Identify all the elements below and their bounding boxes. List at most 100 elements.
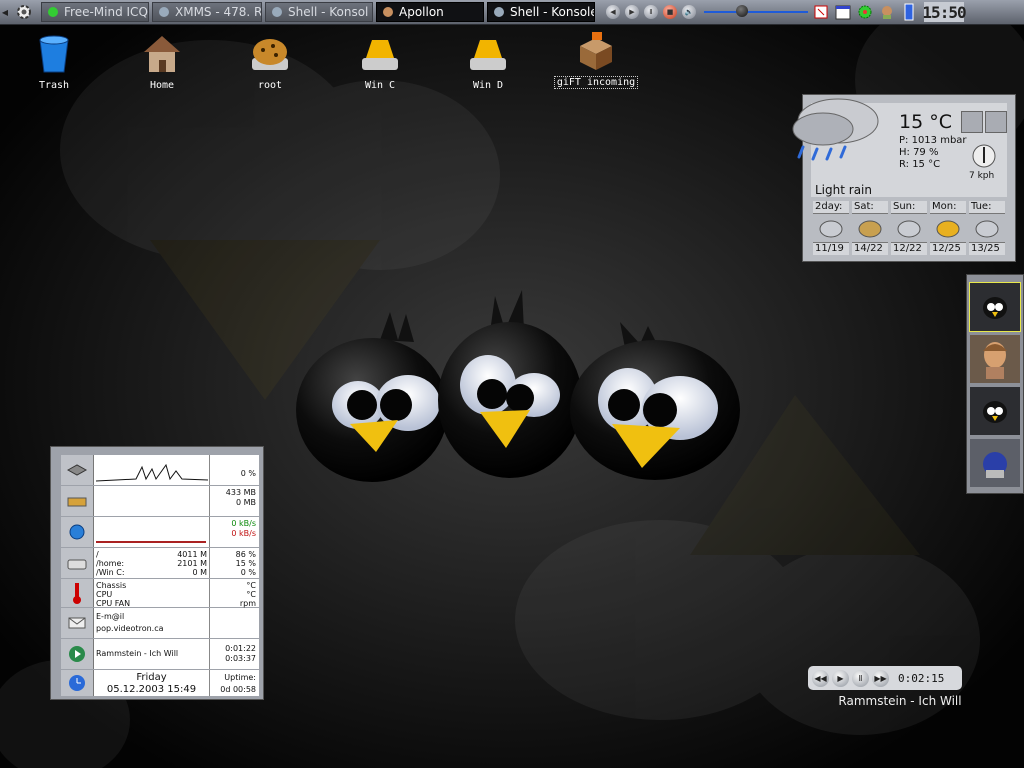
forward-button[interactable]: ▶▶ <box>872 669 889 687</box>
media-next-icon[interactable]: ▶ <box>625 5 639 19</box>
desktop-icon-home[interactable]: Home <box>122 32 202 91</box>
disk-size: 4011 M <box>177 550 207 559</box>
weather-wind: 7 kph <box>969 171 995 181</box>
forecast-day-label: Sun: <box>891 201 927 214</box>
cpu-row: 0 % <box>61 455 259 485</box>
desktop-icon-gift-incoming[interactable]: giFT incoming <box>553 28 639 89</box>
desktop-icon-win-c[interactable]: Win C <box>340 32 420 91</box>
taskbar-task-label: Shell - Konsole <box>510 5 595 19</box>
avatar-apollon[interactable] <box>970 335 1020 383</box>
net-in: 0 kB/s <box>231 519 256 528</box>
desktop-icon-label: giFT incoming <box>553 76 639 89</box>
media-prev-icon[interactable]: ◀ <box>606 5 620 19</box>
panel-hide-arrow-icon[interactable]: ◀ <box>0 0 10 24</box>
clock[interactable]: 15:50 <box>922 2 967 22</box>
media-stop-icon[interactable]: ■ <box>663 5 677 19</box>
avatar-penguin-1[interactable] <box>969 282 1021 332</box>
memory-icon <box>61 486 94 516</box>
forecast-temps: 13/25 <box>969 242 1005 255</box>
kde-gear-icon[interactable] <box>10 1 38 23</box>
memory-row: 433 MB 0 MB <box>61 486 259 516</box>
media-row[interactable]: Rammstein - Ich Will 0:01:22 0:03:37 <box>61 639 259 669</box>
sensors-row: Chassis CPU CPU FAN °C °C rpm <box>61 579 259 608</box>
forecast-day: Sat: 14/22 <box>852 201 888 257</box>
desktop-icon-label: Win D <box>472 80 504 91</box>
calendar-icon[interactable] <box>834 3 852 21</box>
cloud-icon <box>969 214 1005 242</box>
icq-flower-icon[interactable] <box>856 3 874 21</box>
disk-size: 0 M <box>192 568 207 577</box>
disk-name: / <box>96 550 99 559</box>
taskbar-task[interactable]: Free-Mind ICQ <box>41 2 149 22</box>
memory-used: 433 MB <box>225 488 256 497</box>
sensor-label: Chassis <box>96 581 127 590</box>
desktop-icon-label: root <box>257 80 283 91</box>
email-row[interactable]: E-m@il pop.videotron.ca <box>61 608 259 638</box>
volume-slider[interactable] <box>704 5 808 17</box>
star-icon <box>270 5 284 19</box>
play-button[interactable]: ▶ <box>832 669 849 687</box>
sensor-unit: rpm <box>239 599 256 608</box>
sensor-unit: °C <box>246 590 256 599</box>
sun-cloud-icon <box>852 214 888 242</box>
day: Friday <box>136 672 167 683</box>
memory-graph <box>94 486 210 516</box>
rewind-button[interactable]: ◀◀ <box>812 669 829 687</box>
forecast-temps: 12/25 <box>930 242 966 255</box>
weather-config-button[interactable] <box>961 111 983 133</box>
track-total: 0:03:37 <box>225 654 256 663</box>
avatar-penguin-2[interactable] <box>970 387 1020 435</box>
player-song-title: Rammstein - Ich Will <box>838 694 962 708</box>
apollon-tray-icon[interactable] <box>878 3 896 21</box>
taskbar-task[interactable]: Apollon <box>376 2 484 22</box>
cpu-chip-icon <box>61 455 94 485</box>
play-icon <box>61 639 94 669</box>
notes-icon[interactable] <box>812 3 830 21</box>
desktop-icon-trash[interactable]: Trash <box>14 32 94 91</box>
datetime-row: Friday 05.12.2003 15:49 Uptime: 0d 00:58 <box>61 670 259 696</box>
headphones-icon <box>157 5 171 19</box>
cloud-icon <box>813 214 849 242</box>
weather-report-button[interactable] <box>985 111 1007 133</box>
sysmon-track: Rammstein - Ich Will <box>94 639 210 669</box>
forecast-day: Mon: 12/25 <box>930 201 966 257</box>
forecast-day-label: 2day: <box>813 201 849 214</box>
disk-row: / 4011 M /home: 2101 M /Win C: 0 M 86 % 15 %… <box>61 548 259 578</box>
forecast-temps: 12/22 <box>891 242 927 255</box>
pause-button[interactable]: Ⅱ <box>852 669 869 687</box>
forecast-day-label: Sat: <box>852 201 888 214</box>
taskbar-task[interactable]: Shell - Konsol <box>265 2 373 22</box>
email-label: E-m@il <box>96 612 125 621</box>
forecast-temps: 14/22 <box>852 242 888 255</box>
cpu-graph <box>94 455 210 485</box>
taskbar-task-label: XMMS - 478. R <box>175 5 262 19</box>
package-icon <box>580 32 612 70</box>
sensor-unit: °C <box>246 581 256 590</box>
volume-knob[interactable] <box>736 5 749 17</box>
net-out: 0 kB/s <box>231 529 256 538</box>
sensor-label: CPU FAN <box>96 599 131 608</box>
datetime: 05.12.2003 15:49 <box>106 684 197 695</box>
pager-icon[interactable] <box>900 3 918 21</box>
drive-icon <box>470 40 506 70</box>
desktop-icon-root[interactable]: root <box>230 32 310 91</box>
apollon-icon <box>381 5 395 19</box>
forecast-day: 2day: 11/19 <box>813 201 849 257</box>
disk-pct: 15 % <box>235 559 256 568</box>
media-pause-icon[interactable]: Ⅱ <box>644 5 658 19</box>
cpu-load: 0 % <box>210 455 259 485</box>
wind-compass-icon <box>972 144 996 168</box>
network-graph <box>94 517 210 547</box>
weather-applet[interactable]: 15 °C P: 1013 mbar H: 79 % R: 15 °C 7 kp… <box>792 94 1016 262</box>
taskbar-task[interactable]: Shell - Konsole <box>487 2 595 22</box>
desktop-icon-win-d[interactable]: Win D <box>448 32 528 91</box>
email-server: pop.videotron.ca <box>96 624 164 633</box>
home-icon <box>144 36 180 72</box>
weather-humidity: H: 79 % <box>899 147 939 158</box>
disk-icon <box>61 548 94 578</box>
taskbar-task[interactable]: XMMS - 478. R <box>152 2 262 22</box>
desktop-icon-label: Trash <box>38 80 70 91</box>
forecast-day-label: Mon: <box>930 201 966 214</box>
cloud-icon <box>891 214 927 242</box>
avatar-devil[interactable] <box>970 439 1020 487</box>
